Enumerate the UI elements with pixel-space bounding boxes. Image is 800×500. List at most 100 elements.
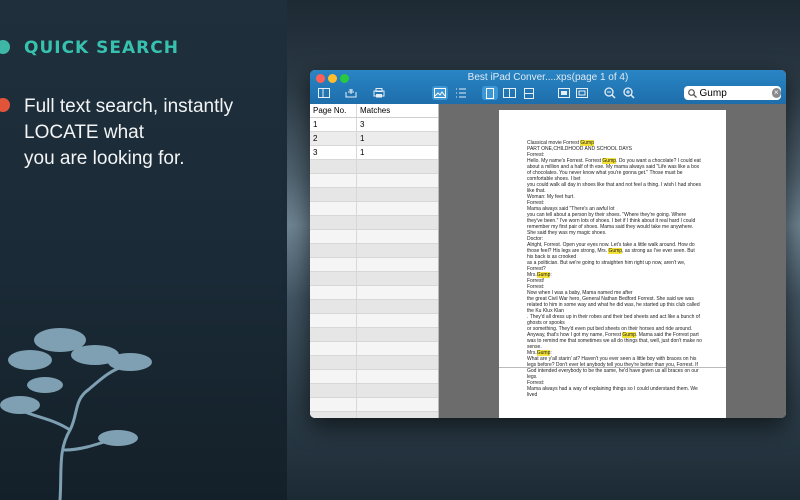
matches-cell xyxy=(357,356,438,369)
matches-cell xyxy=(357,244,438,257)
page-number-cell xyxy=(310,188,357,201)
page-number-cell xyxy=(310,342,357,355)
search-field[interactable]: × xyxy=(684,86,781,100)
tray-icon[interactable] xyxy=(343,86,359,100)
table-row xyxy=(310,370,438,384)
page-number-cell: 3 xyxy=(310,146,357,159)
table-row xyxy=(310,244,438,258)
matches-cell xyxy=(357,272,438,285)
table-row xyxy=(310,412,438,418)
page-number-cell xyxy=(310,258,357,271)
search-input[interactable] xyxy=(696,87,770,99)
page-number-cell xyxy=(310,160,357,173)
document-line: you can tell about a person by their sho… xyxy=(527,212,696,236)
teal-bullet-dot xyxy=(0,40,10,54)
table-row xyxy=(310,286,438,300)
page-number-cell xyxy=(310,384,357,397)
list-view-icon[interactable] xyxy=(453,86,469,100)
matches-cell xyxy=(357,342,438,355)
page-number-cell xyxy=(310,202,357,215)
document-line: Hello. My name's Forrest. Forrest Gump. … xyxy=(527,158,701,182)
column-header-matches[interactable]: Matches xyxy=(357,104,438,117)
page-number-cell xyxy=(310,174,357,187)
matches-cell xyxy=(357,398,438,411)
single-page-icon[interactable] xyxy=(482,86,498,100)
table-row xyxy=(310,300,438,314)
fit-page-icon[interactable] xyxy=(574,86,590,100)
matches-cell xyxy=(357,286,438,299)
matches-cell xyxy=(357,202,438,215)
matches-cell xyxy=(357,300,438,313)
document-line: you could walk all day in shoes like tha… xyxy=(527,182,701,194)
table-row[interactable]: 21 xyxy=(310,132,438,146)
document-line: as a politician. But we're going to stra… xyxy=(527,260,686,272)
matches-cell xyxy=(357,230,438,243)
matches-cell xyxy=(357,370,438,383)
matches-cell xyxy=(357,412,438,418)
app-window: Best iPad Conver....xps(page 1 of 4) Gum… xyxy=(310,70,786,418)
tree-silhouette-icon xyxy=(0,328,152,500)
matches-cell: 1 xyxy=(360,134,365,143)
promo-panel: QUICK SEARCH Full text search, instantly… xyxy=(0,0,287,500)
table-row xyxy=(310,202,438,216)
document-line: What are y'all starin' at? Haven't you e… xyxy=(527,356,699,380)
document-preview: Classical movie Forrest Gump PART ONE,CHI… xyxy=(439,104,786,418)
clear-search-icon[interactable]: × xyxy=(771,88,781,98)
table-row xyxy=(310,342,438,356)
image-view-icon[interactable] xyxy=(432,86,448,100)
page-number-cell xyxy=(310,216,357,229)
matches-cell: 1 xyxy=(360,148,365,157)
sidebar-icon[interactable] xyxy=(316,86,332,100)
search-highlight: Gump xyxy=(622,332,636,338)
page-number-cell xyxy=(310,300,357,313)
promo-line: LOCATE what xyxy=(24,122,145,143)
print-icon[interactable] xyxy=(371,86,387,100)
page-number-cell xyxy=(310,230,357,243)
page-number-cell: 1 xyxy=(310,118,357,131)
matches-cell xyxy=(357,216,438,229)
table-row xyxy=(310,328,438,342)
table-row xyxy=(310,160,438,174)
zoom-out-icon[interactable] xyxy=(602,86,618,100)
column-header-page[interactable]: Page No. xyxy=(310,104,357,117)
table-row xyxy=(310,314,438,328)
table-row xyxy=(310,384,438,398)
page-number-cell xyxy=(310,370,357,383)
page-divider xyxy=(499,367,726,368)
table-row xyxy=(310,272,438,286)
matches-cell xyxy=(357,258,438,271)
document-line: Alright, Forrest. Open your eyes now. Le… xyxy=(527,242,695,260)
matches-cell xyxy=(357,188,438,201)
table-row xyxy=(310,230,438,244)
zoom-in-icon[interactable] xyxy=(621,86,637,100)
matches-cell xyxy=(357,174,438,187)
table-row xyxy=(310,356,438,370)
scroll-icon[interactable] xyxy=(521,86,537,100)
table-row xyxy=(310,398,438,412)
table-row xyxy=(310,216,438,230)
table-row[interactable]: 13 xyxy=(310,118,438,132)
book-icon[interactable] xyxy=(501,86,517,100)
table-header: Page No. Matches xyxy=(310,104,438,118)
matches-cell xyxy=(357,314,438,327)
matches-cell xyxy=(357,384,438,397)
table-row xyxy=(310,258,438,272)
document-text: Classical movie Forrest Gump PART ONE,CHI… xyxy=(527,140,702,398)
fit-width-icon[interactable] xyxy=(556,86,572,100)
promo-line: you are looking for. xyxy=(24,148,185,169)
page-number-cell xyxy=(310,328,357,341)
page-number-cell xyxy=(310,412,357,418)
document-line: the great Civil War hero, General Nathan… xyxy=(527,296,700,314)
title-bar: Best iPad Conver....xps(page 1 of 4) Gum… xyxy=(310,70,786,104)
window-title: Best iPad Conver....xps(page 1 of 4) xyxy=(467,72,629,83)
page-number-cell: 2 xyxy=(310,132,357,145)
matches-cell xyxy=(357,328,438,341)
page-number-cell xyxy=(310,272,357,285)
document-line: . They'd all dress up in their robes and… xyxy=(527,314,700,326)
search-highlight: Gump xyxy=(602,158,617,164)
document-line: Mama always had a way of explaining thin… xyxy=(527,386,698,398)
table-row[interactable]: 31 xyxy=(310,146,438,160)
document-page[interactable]: Classical movie Forrest Gump PART ONE,CHI… xyxy=(499,110,726,418)
table-row xyxy=(310,174,438,188)
orange-bullet-dot xyxy=(0,98,10,112)
